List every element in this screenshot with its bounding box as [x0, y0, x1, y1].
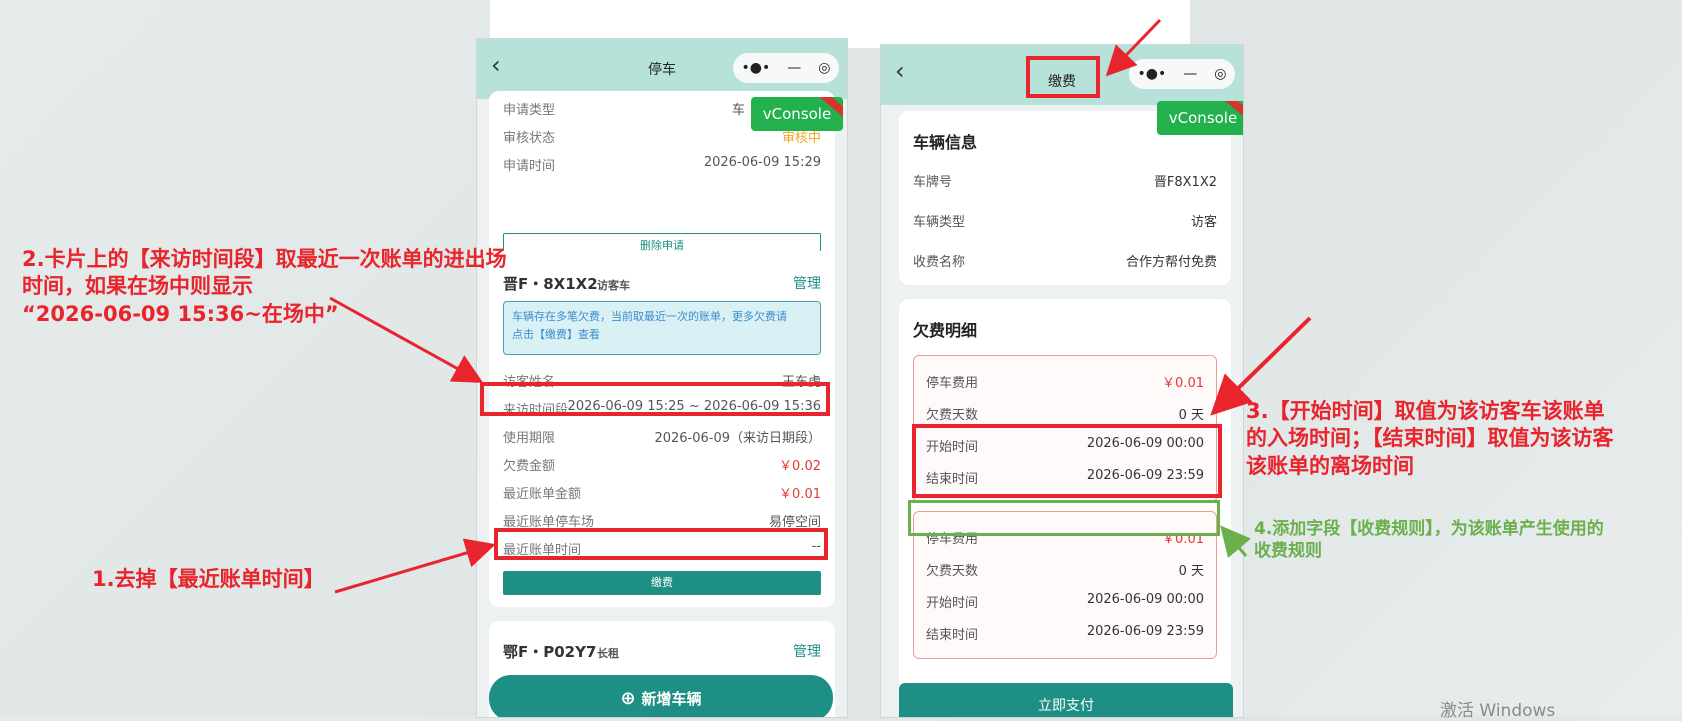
annotation-1: 1.去掉【最近账单时间】 [92, 567, 325, 591]
annotation-arrows [329, 18, 1312, 594]
annotation-3: 3.【开始时间】取值为该访客车该账单 的入场时间；【结束时间】取值为该访客 该账… [1246, 399, 1614, 478]
arrow-to-fee-rule [1220, 525, 1251, 559]
arrow-to-title [1105, 18, 1162, 77]
annotation-2: 2.卡片上的【来访时间段】取最近一次账单的进出场 时间，如果在场中则显示 “20… [22, 247, 507, 326]
arrow-to-latest-bill-time [334, 538, 496, 594]
annotation-4: 4.添加字段【收费规则】，为该账单产生使用的 收费规则 [1254, 519, 1604, 562]
arrow-to-start-end-time [1210, 316, 1312, 416]
windows-activation-watermark: 激活 Windows [1440, 701, 1556, 721]
